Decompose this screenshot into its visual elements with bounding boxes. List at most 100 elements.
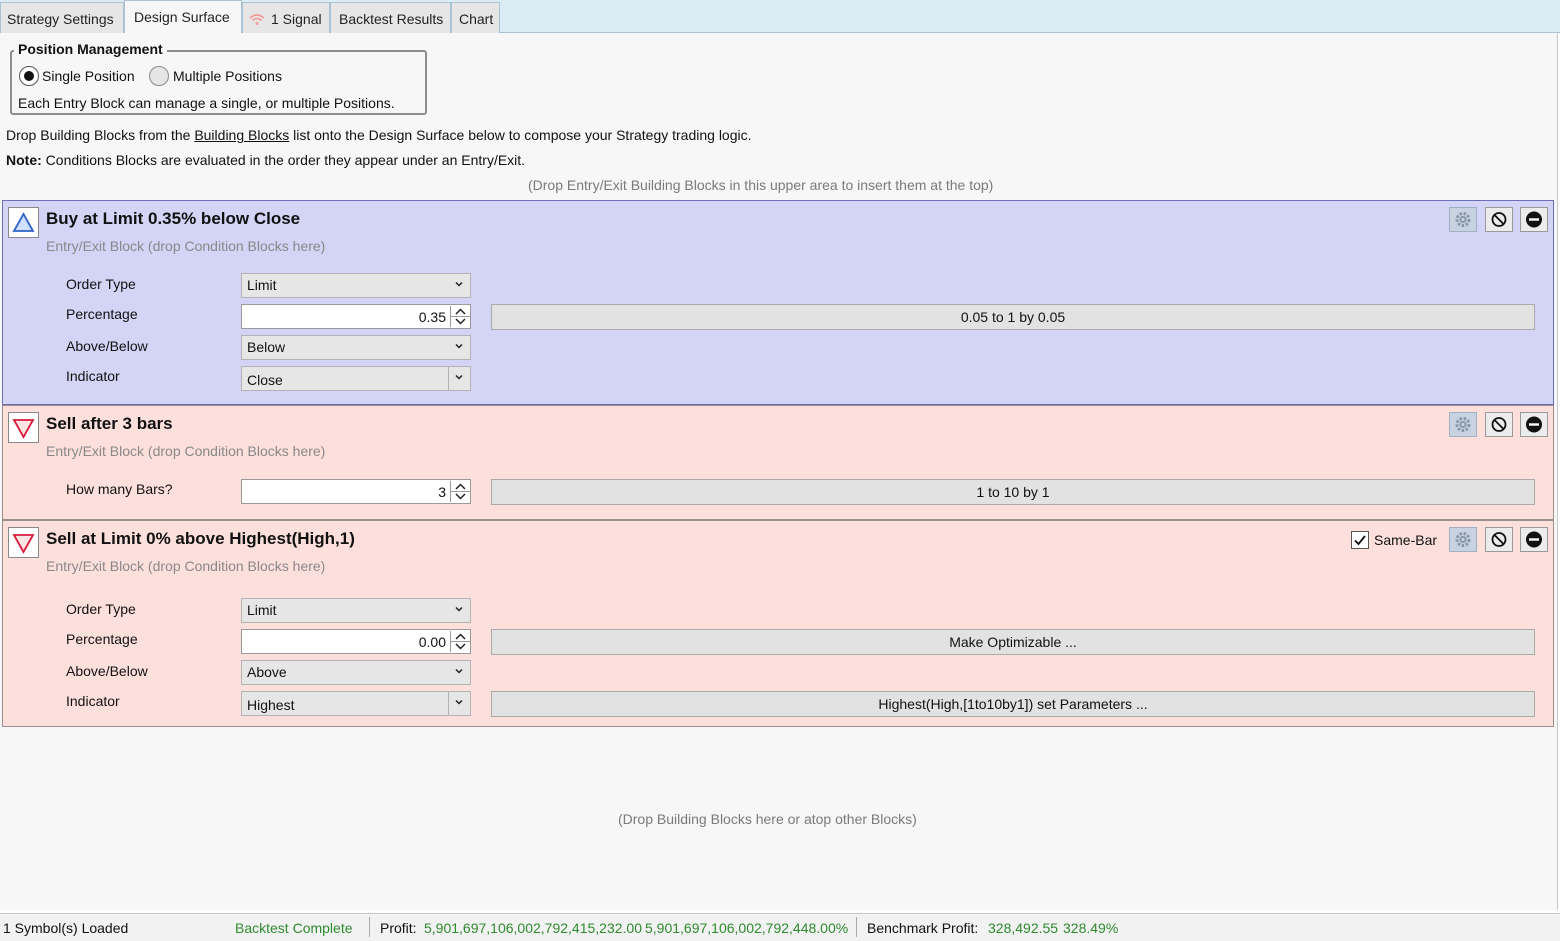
indicator-dropdown[interactable]: Close (241, 366, 471, 391)
buy-limit-block[interactable]: Buy at Limit 0.35% below Close Entry/Exi… (2, 200, 1554, 405)
disable-button[interactable] (1485, 527, 1513, 552)
chevron-down-icon (455, 699, 463, 705)
disable-button[interactable] (1485, 207, 1513, 232)
disable-icon (1491, 532, 1507, 547)
note-text: Conditions Blocks are evaluated in the o… (41, 152, 526, 168)
block-title: Sell at Limit 0% above Highest(High,1) (46, 529, 355, 548)
indicator-label: Indicator (66, 368, 120, 384)
profit-value: 5,901,697,106,002,792,415,232.00 (424, 920, 642, 936)
multiple-positions-radio[interactable] (149, 66, 169, 86)
percentage-label: Percentage (66, 631, 138, 647)
dropdown-value: Highest (247, 697, 295, 713)
gear-button[interactable] (1449, 527, 1477, 552)
disable-icon (1491, 417, 1507, 432)
percentage-spinner[interactable]: 0.35 (241, 304, 471, 329)
dropdown-value: Limit (247, 277, 277, 293)
spin-up-icon[interactable] (455, 633, 466, 640)
benchmark-value: 328,492.55 (988, 920, 1059, 936)
order-type-dropdown[interactable]: Limit (241, 273, 471, 298)
spin-down-icon[interactable] (455, 493, 466, 500)
tab-label: 1 Signal (271, 11, 322, 27)
benchmark-label: Benchmark Profit: (867, 920, 979, 936)
position-management-description: Each Entry Block can manage a single, or… (18, 95, 395, 111)
building-blocks-link[interactable]: Building Blocks (194, 127, 289, 143)
gear-button[interactable] (1449, 412, 1477, 437)
remove-button[interactable] (1520, 412, 1548, 437)
gear-button[interactable] (1449, 207, 1477, 232)
gear-icon (1455, 532, 1471, 547)
percentage-spinner[interactable]: 0.00 (241, 629, 471, 654)
tab-design-surface[interactable]: Design Surface (124, 0, 242, 34)
chevron-down-icon (455, 668, 463, 674)
dropdown-value: Below (247, 339, 286, 355)
profit-percent: 5,901,697,106,002,792,448.00% (645, 920, 849, 936)
chevron-down-icon (455, 343, 463, 349)
remove-button[interactable] (1520, 207, 1548, 232)
chevron-down-icon (455, 606, 463, 612)
indicator-parameters-button[interactable]: Highest(High,[1to10by1]) set Parameters … (491, 691, 1535, 717)
above-below-dropdown[interactable]: Below (241, 335, 471, 360)
gear-icon (1455, 212, 1471, 227)
tab-label: Backtest Results (339, 11, 444, 27)
remove-icon (1526, 416, 1542, 433)
spin-up-icon[interactable] (455, 308, 466, 315)
gear-icon (1455, 417, 1471, 432)
percentage-label: Percentage (66, 306, 138, 322)
checkmark-icon (1354, 535, 1366, 546)
spin-up-icon[interactable] (455, 483, 466, 490)
order-type-label: Order Type (66, 276, 136, 292)
bars-range-button[interactable]: 1 to 10 by 1 (491, 479, 1535, 505)
order-type-dropdown[interactable]: Limit (241, 598, 471, 623)
percentage-range-button[interactable]: 0.05 to 1 by 0.05 (491, 304, 1535, 330)
indicator-dropdown[interactable]: Highest (241, 691, 471, 716)
dropdown-value: Above (247, 664, 287, 680)
tab-chart[interactable]: Chart (451, 2, 500, 33)
block-subtitle: Entry/Exit Block (drop Condition Blocks … (46, 238, 326, 254)
above-below-label: Above/Below (66, 663, 148, 679)
block-subtitle: Entry/Exit Block (drop Condition Blocks … (46, 443, 326, 459)
block-title: Buy at Limit 0.35% below Close (46, 209, 301, 228)
sell-after-bars-block[interactable]: Sell after 3 bars Entry/Exit Block (drop… (2, 405, 1554, 520)
bars-spinner[interactable]: 3 (241, 479, 471, 504)
spinner-buttons[interactable] (450, 631, 470, 652)
status-divider (856, 917, 857, 937)
block-title: Sell after 3 bars (46, 414, 173, 433)
note-label: Note: (6, 152, 42, 168)
chevron-down-icon (455, 281, 463, 287)
spinner-value: 0.35 (418, 309, 446, 325)
sell-triangle-icon (8, 412, 39, 443)
order-type-label: Order Type (66, 601, 136, 617)
position-management-group: Position Management Single Position Mult… (10, 41, 427, 115)
wifi-signal-icon (249, 14, 265, 25)
instructions-suffix: list onto the Design Surface below to co… (289, 127, 752, 143)
spinner-buttons[interactable] (450, 306, 470, 327)
tab-bar: Strategy Settings Design Surface 1 Signa… (0, 0, 1560, 34)
remove-button[interactable] (1520, 527, 1548, 552)
disable-button[interactable] (1485, 412, 1513, 437)
remove-icon (1526, 211, 1542, 228)
status-divider (369, 917, 370, 937)
spinner-buttons[interactable] (450, 481, 470, 502)
spinner-value: 0.00 (418, 634, 446, 650)
instructions-line: Drop Building Blocks from the Building B… (6, 127, 752, 143)
tab-signal[interactable]: 1 Signal (242, 2, 330, 33)
tab-label: Chart (459, 11, 494, 27)
same-bar-checkbox[interactable] (1351, 531, 1369, 549)
tab-strategy-settings[interactable]: Strategy Settings (0, 2, 124, 33)
single-position-radio[interactable] (19, 66, 39, 86)
upper-drop-hint: (Drop Entry/Exit Building Blocks in this… (528, 177, 994, 193)
spinner-value: 3 (438, 484, 446, 500)
same-bar-label: Same-Bar (1374, 532, 1438, 548)
position-management-title: Position Management (14, 41, 167, 57)
status-bar: 1 Symbol(s) Loaded Backtest Complete Pro… (0, 913, 1560, 941)
design-surface[interactable]: Position Management Single Position Mult… (0, 33, 1558, 910)
disable-icon (1491, 212, 1507, 227)
make-optimizable-button[interactable]: Make Optimizable ... (491, 629, 1535, 655)
tab-backtest-results[interactable]: Backtest Results (330, 2, 451, 33)
sell-limit-block[interactable]: Sell at Limit 0% above Highest(High,1) E… (2, 520, 1554, 727)
spin-down-icon[interactable] (455, 643, 466, 650)
spin-down-icon[interactable] (455, 318, 466, 325)
above-below-dropdown[interactable]: Above (241, 660, 471, 685)
benchmark-percent: 328.49% (1063, 920, 1119, 936)
bars-label: How many Bars? (66, 481, 173, 497)
